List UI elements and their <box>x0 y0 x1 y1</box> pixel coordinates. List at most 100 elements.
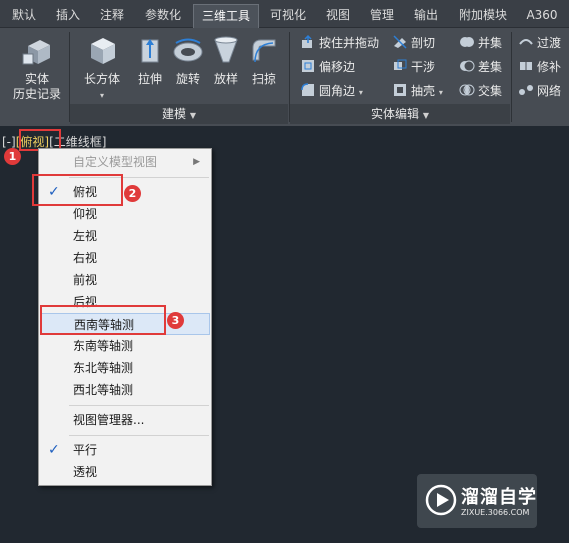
box-icon <box>91 38 115 64</box>
tab-view[interactable]: 视图 <box>318 4 358 28</box>
modeling-expand-icon: ▼ <box>189 111 196 120</box>
union-icon <box>460 37 474 47</box>
interfere-label: 干涉 <box>411 60 436 74</box>
menu-separator <box>69 435 209 436</box>
tab-annotate[interactable]: 注释 <box>92 4 132 28</box>
tab-a360[interactable]: A360 <box>520 4 564 28</box>
tab-insert[interactable]: 插入 <box>48 4 88 28</box>
fillet-dropdown-icon[interactable]: ▾ <box>359 88 363 97</box>
menu-item-custom-model-views[interactable]: 自定义模型视图 ▶ <box>40 151 210 173</box>
tab-output[interactable]: 输出 <box>406 4 446 28</box>
ribbon-tab-bar: 默认 插入 注释 参数化 三维工具 可视化 视图 管理 输出 附加模块 A360 <box>0 0 569 28</box>
menu-item-label: 左视 <box>73 229 98 243</box>
subtract-button[interactable]: 差集 <box>459 58 502 76</box>
tab-addins[interactable]: 附加模块 <box>450 4 516 28</box>
mesh-smooth-button[interactable]: 过渡 <box>518 34 561 52</box>
presspull-icon <box>302 34 312 48</box>
highlight-top-view-item <box>32 174 123 206</box>
intersect-button[interactable]: 交集 <box>459 82 502 100</box>
ribbon-panel: 实体 历史记录 长方体 ▾ 拉伸 旋转 放样 扫掠 建模 ▼ 按住并拖动 偏移边… <box>0 28 569 126</box>
extrude-label: 拉伸 <box>137 72 162 86</box>
menu-item-label: 西北等轴测 <box>73 383 134 397</box>
loft-label: 放样 <box>213 72 238 86</box>
sweep-icon <box>252 39 276 63</box>
menu-item-parallel[interactable]: ✓ 平行 <box>40 439 210 461</box>
box-button[interactable]: 长方体 ▾ <box>82 32 122 102</box>
mesh-repair-icon <box>520 62 532 70</box>
modeling-panel-title[interactable]: 建模 ▼ <box>70 104 288 124</box>
step-badge-3: 3 <box>167 312 184 329</box>
menu-item-label: 东南等轴测 <box>73 339 134 353</box>
fillet-edge-icon <box>301 83 314 96</box>
menu-item-label: 东北等轴测 <box>73 361 134 375</box>
menu-item-right[interactable]: 右视 <box>40 247 210 269</box>
union-button[interactable]: 并集 <box>459 34 502 52</box>
tab-default[interactable]: 默认 <box>4 4 44 28</box>
submenu-arrow-icon: ▶ <box>193 157 200 167</box>
tab-manage[interactable]: 管理 <box>362 4 402 28</box>
mesh-repair-button[interactable]: 修补 <box>518 58 561 76</box>
tab-visualize[interactable]: 可视化 <box>263 4 313 28</box>
box-label: 长方体 <box>83 72 120 86</box>
shell-button[interactable]: 抽壳 ▾ <box>392 82 443 100</box>
solid-edit-expand-icon: ▼ <box>422 111 429 120</box>
modeling-panel-title-text: 建模 <box>162 107 187 121</box>
solid-history-button[interactable]: 实体 历史记录 <box>10 32 64 102</box>
intersect-icon <box>459 84 475 96</box>
offset-edge-icon <box>302 60 314 72</box>
extrude-button[interactable]: 拉伸 <box>130 32 170 102</box>
extrude-icon <box>141 39 159 63</box>
presspull-button[interactable]: 按住并拖动 <box>300 34 379 52</box>
solid-history-label-1: 实体 <box>24 72 49 86</box>
tab-parametric[interactable]: 参数化 <box>136 4 190 28</box>
menu-item-front[interactable]: 前视 <box>40 269 210 291</box>
offset-edge-label: 偏移边 <box>319 60 356 74</box>
presspull-label: 按住并拖动 <box>319 36 380 50</box>
watermark: 溜溜自学 ZIXUE.3066.COM <box>417 474 537 528</box>
tab-3d-tools[interactable]: 三维工具 <box>193 4 259 28</box>
revolve-button[interactable]: 旋转 <box>168 32 208 102</box>
loft-button[interactable]: 放样 <box>206 32 246 102</box>
menu-item-left[interactable]: 左视 <box>40 225 210 247</box>
slice-icon <box>393 35 407 49</box>
menu-item-label: 透视 <box>73 465 98 479</box>
mesh-repair-label: 修补 <box>537 60 562 74</box>
step-badge-1: 1 <box>4 148 21 165</box>
menu-item-nw-isometric[interactable]: 西北等轴测 <box>40 379 210 401</box>
menu-item-label: 右视 <box>73 251 98 265</box>
sweep-label: 扫掠 <box>251 72 276 86</box>
interfere-button[interactable]: 干涉 <box>392 58 435 76</box>
shell-dropdown-icon[interactable]: ▾ <box>439 88 443 97</box>
box-dropdown-icon[interactable]: ▾ <box>100 91 104 100</box>
offset-edge-button[interactable]: 偏移边 <box>300 58 355 76</box>
menu-item-view-manager[interactable]: 视图管理器... <box>40 409 210 431</box>
viewport-menu-control[interactable]: [-] <box>2 135 16 149</box>
mesh-smooth-icon <box>519 39 533 45</box>
solid-history-icon <box>22 40 50 65</box>
mesh-smooth-label: 过渡 <box>537 36 562 50</box>
revolve-icon <box>173 38 203 62</box>
menu-item-ne-isometric[interactable]: 东北等轴测 <box>40 357 210 379</box>
menu-separator <box>69 405 209 406</box>
subtract-label: 差集 <box>478 60 503 74</box>
shell-label: 抽壳 <box>411 84 436 98</box>
menu-item-se-isometric[interactable]: 东南等轴测 <box>40 335 210 357</box>
checkmark-icon: ✓ <box>48 442 60 458</box>
slice-button[interactable]: 剖切 <box>392 34 435 52</box>
watermark-play-logo-icon <box>425 484 457 516</box>
menu-item-label: 前视 <box>73 273 98 287</box>
menu-item-custom-label: 自定义模型视图 <box>73 155 158 169</box>
menu-item-perspective[interactable]: 透视 <box>40 461 210 483</box>
mesh-network-label: 网络 <box>537 84 562 98</box>
separator <box>511 32 512 122</box>
sweep-button[interactable]: 扫掠 <box>244 32 284 102</box>
fillet-edge-button[interactable]: 圆角边 ▾ <box>300 82 363 100</box>
interfere-icon <box>394 59 407 70</box>
watermark-url: ZIXUE.3066.COM <box>461 508 530 517</box>
intersect-label: 交集 <box>478 84 503 98</box>
fillet-edge-label: 圆角边 <box>319 84 356 98</box>
menu-item-bottom[interactable]: 仰视 <box>40 203 210 225</box>
mesh-network-button[interactable]: 网络 <box>518 82 561 100</box>
menu-item-label: 仰视 <box>73 207 98 221</box>
solid-edit-panel-title[interactable]: 实体编辑 ▼ <box>290 104 510 124</box>
